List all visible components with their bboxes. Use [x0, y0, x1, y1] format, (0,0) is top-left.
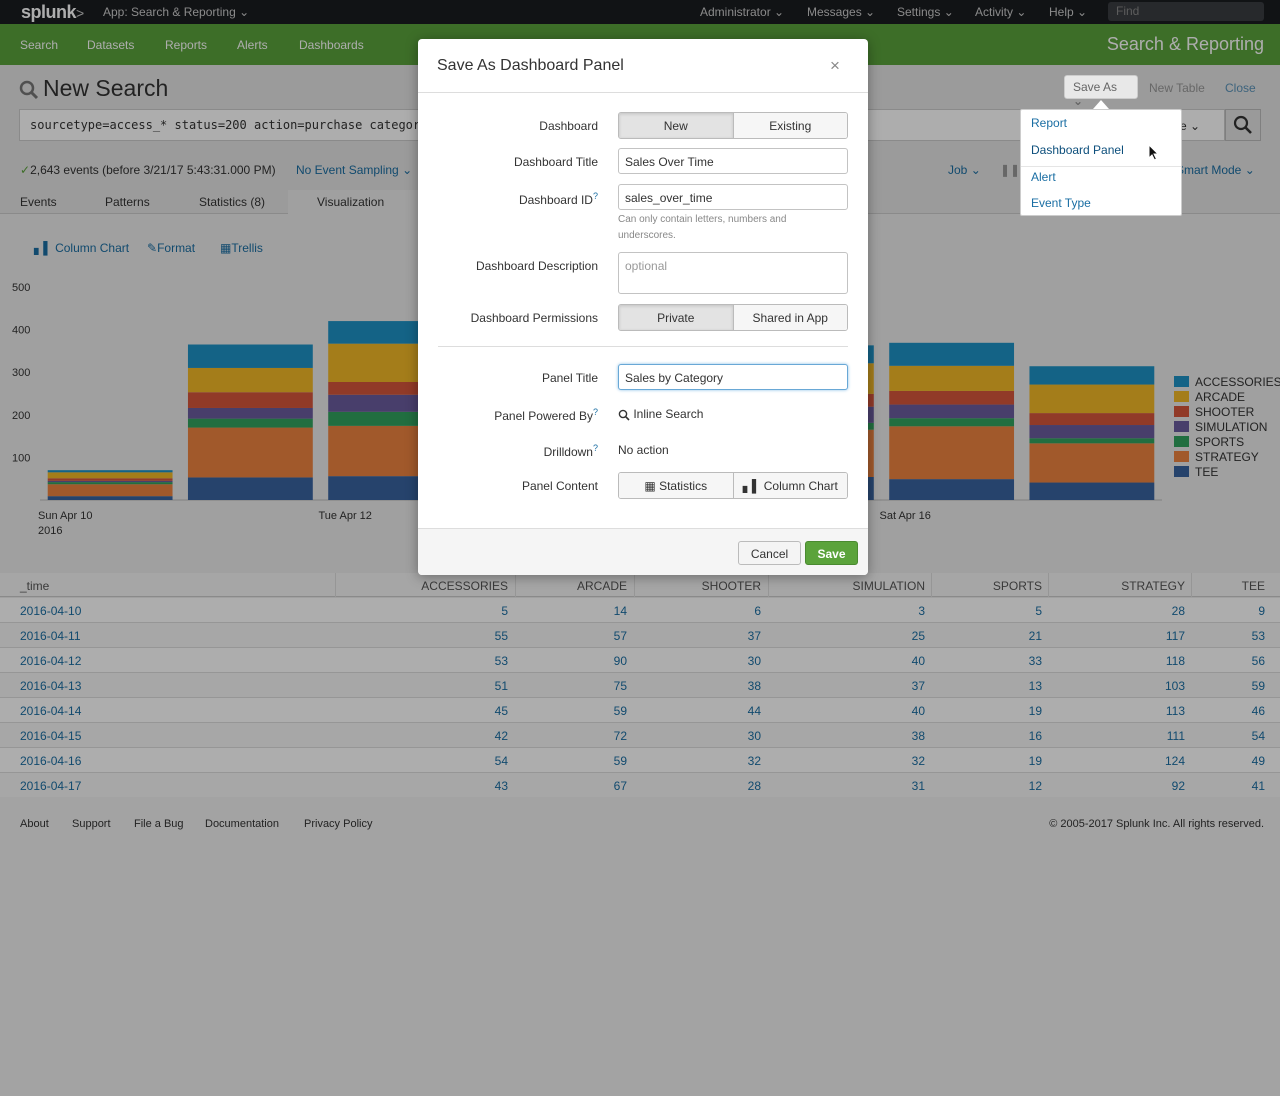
- menu-item-report[interactable]: Report: [1031, 116, 1067, 130]
- dashboard-id-field[interactable]: sales_over_time: [618, 184, 848, 210]
- search-icon: [618, 409, 630, 421]
- dashboard-toggle: New Existing: [618, 112, 848, 139]
- dashboard-description-label: Dashboard Description: [475, 259, 598, 273]
- dropdown-caret: [1093, 100, 1109, 109]
- dashboard-new-option[interactable]: New: [619, 113, 733, 138]
- dashboard-description-field[interactable]: optional: [618, 252, 848, 294]
- save-dashboard-panel-dialog: Save As Dashboard Panel × Dashboard New …: [418, 39, 868, 575]
- dashboard-label: Dashboard: [539, 119, 598, 133]
- menu-item-event-type[interactable]: Event Type: [1031, 196, 1091, 210]
- menu-divider: [1021, 166, 1181, 167]
- menu-item-alert[interactable]: Alert: [1031, 170, 1056, 184]
- dashboard-id-label: Dashboard ID?: [518, 191, 598, 207]
- table-icon: ▦: [644, 478, 656, 493]
- dashboard-existing-option[interactable]: Existing: [732, 113, 847, 138]
- content-column-chart-option[interactable]: ▖▌ Column Chart: [732, 473, 847, 498]
- content-statistics-option[interactable]: ▦ Statistics: [619, 473, 733, 498]
- dialog-footer: Cancel Save: [418, 528, 868, 575]
- dialog-header: Save As Dashboard Panel ×: [418, 39, 868, 93]
- drilldown-value: No action: [618, 443, 669, 457]
- panel-content-label: Panel Content: [521, 479, 598, 493]
- dialog-title: Save As Dashboard Panel: [437, 57, 624, 74]
- panel-powered-by-value: Inline Search: [618, 407, 703, 421]
- dashboard-id-help-text: Can only contain letters, numbers and un…: [618, 214, 787, 241]
- panel-content-toggle: ▦ Statistics ▖▌ Column Chart: [618, 472, 848, 499]
- help-icon[interactable]: ?: [593, 407, 598, 417]
- panel-title-field[interactable]: Sales by Category: [618, 364, 848, 390]
- panel-title-label: Panel Title: [541, 371, 598, 385]
- help-icon[interactable]: ?: [593, 443, 598, 453]
- save-button[interactable]: Save: [805, 541, 858, 565]
- dashboard-title-label: Dashboard Title: [513, 155, 598, 169]
- save-as-button-open[interactable]: Save As ⌄: [1064, 75, 1138, 108]
- permission-private-option[interactable]: Private: [619, 305, 733, 330]
- menu-item-dashboard-panel[interactable]: Dashboard Panel: [1031, 143, 1124, 157]
- close-icon[interactable]: ×: [830, 56, 840, 76]
- help-icon[interactable]: ?: [593, 191, 598, 201]
- drilldown-label: Drilldown?: [543, 443, 598, 459]
- panel-powered-by-label: Panel Powered By?: [494, 407, 598, 423]
- cancel-button[interactable]: Cancel: [738, 541, 801, 565]
- dashboard-title-field[interactable]: Sales Over Time: [618, 148, 848, 174]
- permission-shared-option[interactable]: Shared in App: [732, 305, 847, 330]
- permissions-toggle: Private Shared in App: [618, 304, 848, 331]
- column-chart-icon: ▖▌: [742, 478, 761, 493]
- dashboard-permissions-label: Dashboard Permissions: [470, 311, 598, 325]
- dialog-divider: [438, 346, 848, 347]
- mouse-cursor-icon: [1148, 144, 1160, 161]
- save-as-menu: Report Dashboard Panel Alert Event Type: [1020, 109, 1182, 216]
